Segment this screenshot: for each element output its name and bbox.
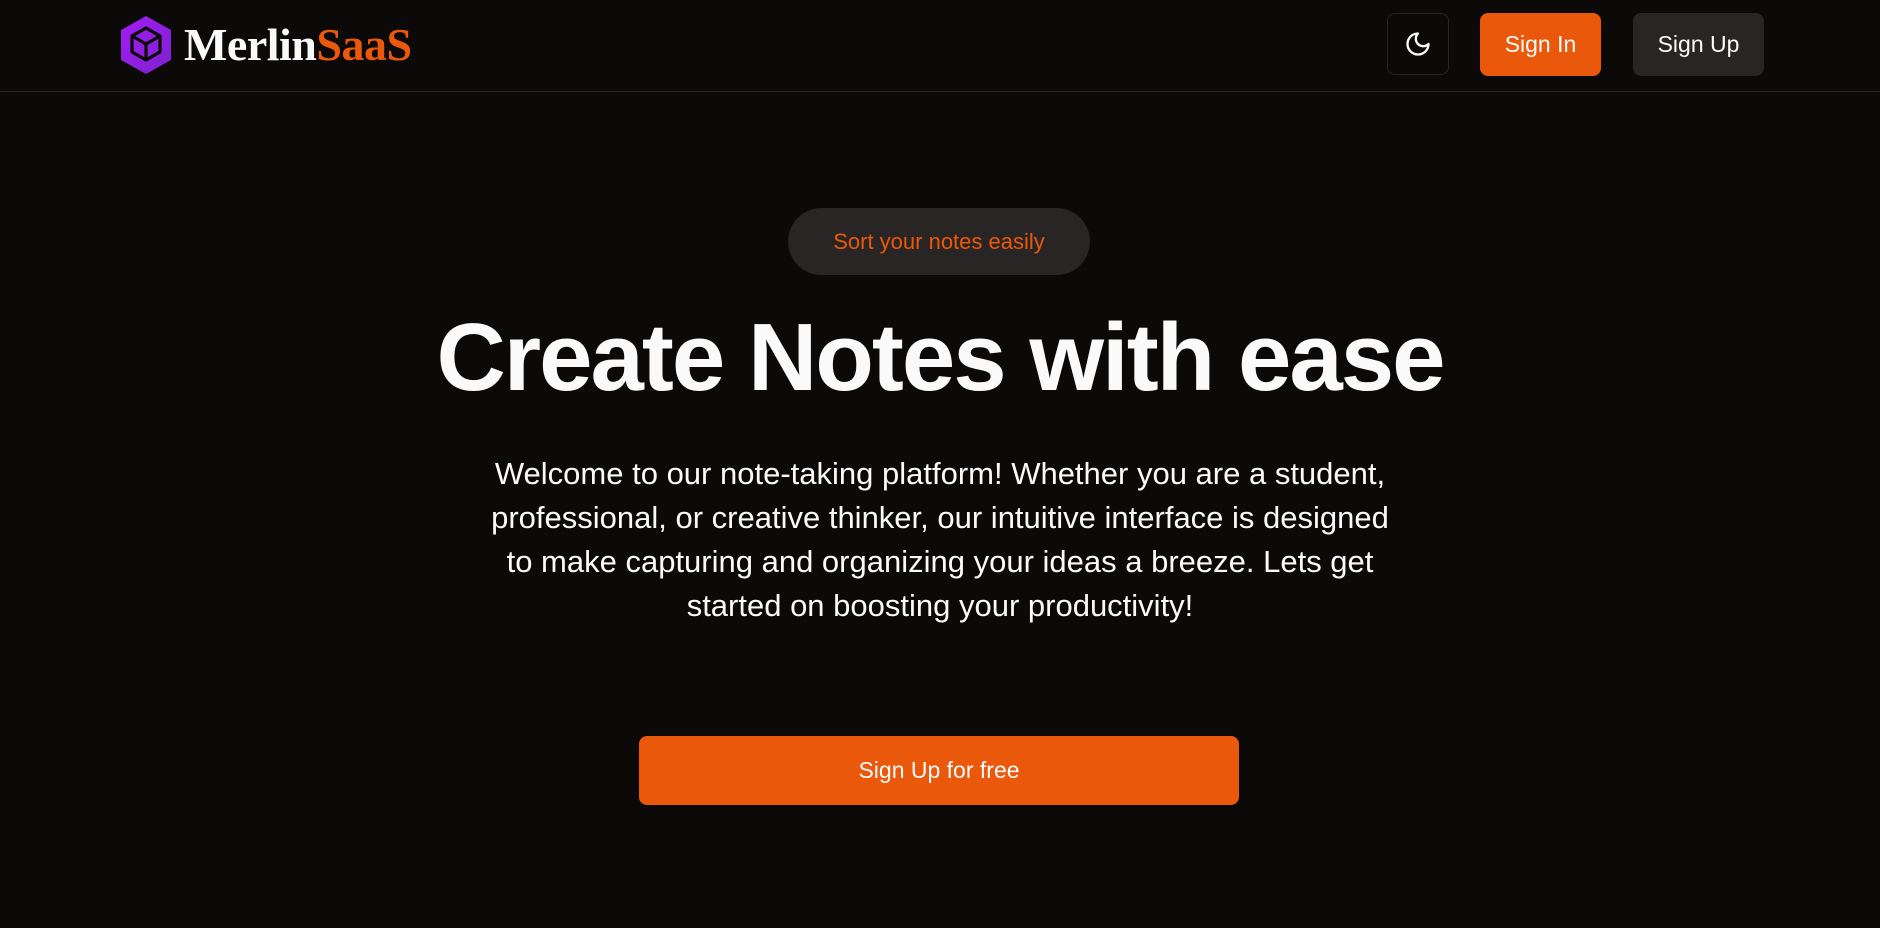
hexagon-cube-icon — [121, 16, 171, 74]
brand-name-part2: SaaS — [316, 19, 412, 70]
brand-logo-link[interactable]: MerlinSaaS — [118, 14, 412, 76]
moon-icon — [1406, 32, 1430, 56]
brand-name-part1: Merlin — [184, 19, 317, 70]
theme-toggle-button[interactable] — [1387, 13, 1449, 75]
hero-badge: Sort your notes easily — [788, 208, 1090, 275]
brand-name: MerlinSaaS — [184, 22, 412, 68]
top-navbar: MerlinSaaS Sign In Sign Up — [0, 0, 1880, 92]
sign-up-button[interactable]: Sign Up — [1633, 13, 1764, 76]
sign-up-free-button[interactable]: Sign Up for free — [639, 736, 1239, 805]
sign-in-button[interactable]: Sign In — [1480, 13, 1601, 76]
hero-title: Create Notes with ease — [436, 304, 1445, 411]
hero-description: Welcome to our note-taking platform! Whe… — [491, 456, 1389, 623]
